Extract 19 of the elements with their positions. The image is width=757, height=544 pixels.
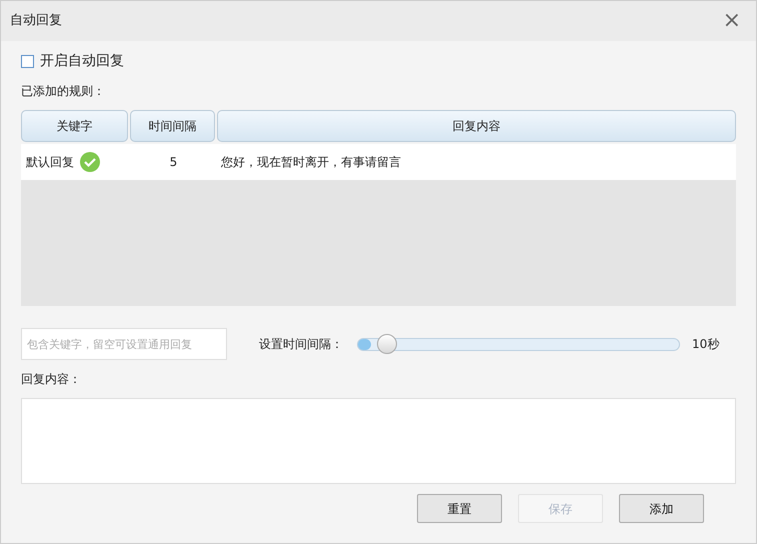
interval-value: 10秒 [692,336,720,353]
table-cell-text: 您好，现在暂时离开，有事请留言 [220,154,401,171]
content-label: 回复内容： [21,371,82,388]
close-button[interactable]: × [722,10,747,32]
keyword-field[interactable]: 包含关键字，留空可设置通用回复 [21,328,227,360]
column-header[interactable]: 时间间隔 [130,110,215,142]
checkbox-label: 开启自动回复 [40,52,124,71]
content-field[interactable] [21,398,736,484]
column-header[interactable]: 回复内容 [217,110,736,142]
window-title: 自动回复 [10,12,62,30]
action-button[interactable]: 重置 [417,494,502,523]
action-button[interactable]: 添加 [619,494,704,523]
interval-label: 设置时间间隔： [259,336,343,353]
column-header[interactable]: 关键字 [21,110,128,142]
slider-thumb[interactable] [376,334,397,354]
table-cell-text: 5 [170,154,178,171]
rules-label: 已添加的规则： [21,83,106,100]
table-cell-text: 默认回复 [26,154,74,171]
checkbox[interactable] [21,55,34,68]
